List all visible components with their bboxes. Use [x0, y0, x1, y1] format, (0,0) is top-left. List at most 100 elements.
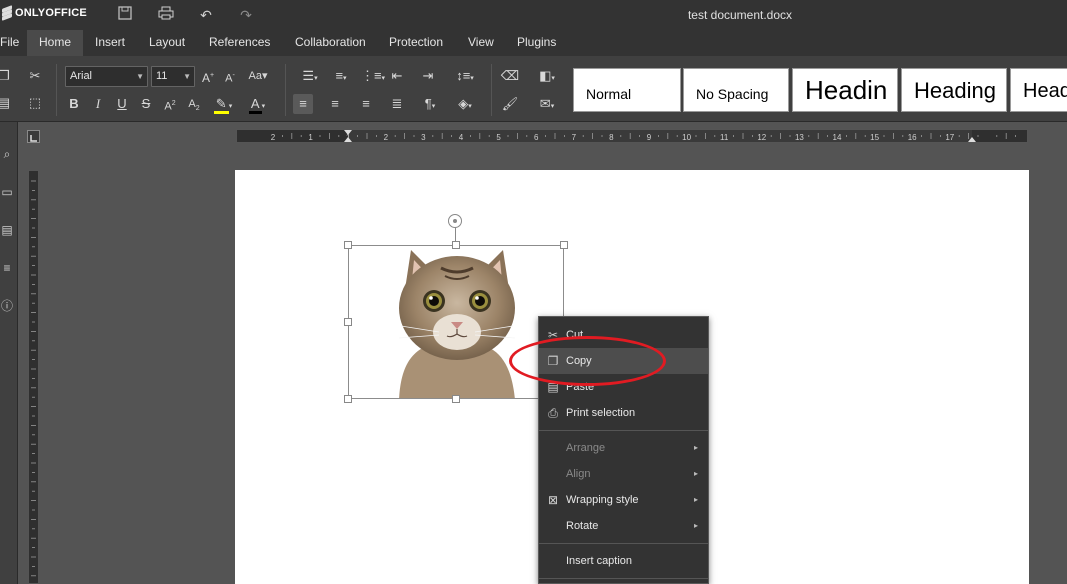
ruler-number: 8 [609, 133, 614, 142]
multilevel-list-icon[interactable]: ⋮≡▾ [359, 66, 387, 86]
tab-protection[interactable]: Protection [380, 30, 452, 56]
style-no-spacing[interactable]: No Spacing [683, 68, 789, 112]
color-scheme-icon[interactable]: ◧▾ [533, 66, 561, 86]
tab-plugins[interactable]: Plugins [508, 30, 565, 56]
ruler-number: 4 [459, 133, 464, 142]
align-left-icon[interactable]: ≡ [293, 94, 313, 114]
resize-handle[interactable] [452, 395, 460, 403]
decrease-indent-icon[interactable]: ⇤ [387, 66, 407, 86]
resize-handle[interactable] [452, 241, 460, 249]
title-bar: ONLYOFFICE ↶ ↷ test document.docx [0, 0, 1067, 30]
numbering-icon[interactable]: ≡▾ [327, 66, 355, 86]
style-heading-2[interactable]: Heading [901, 68, 1007, 112]
left-panel: ⌕ ▭ ▤ ≡ ⓘ [0, 122, 18, 584]
menu-item-wrapping-style[interactable]: ⊠ Wrapping style ▸ [539, 487, 708, 513]
menu-item-label: Arrange [566, 442, 606, 454]
paragraph-shading-icon[interactable]: ◈▾ [450, 94, 480, 114]
tab-file[interactable]: File [0, 30, 28, 56]
increase-font-icon[interactable]: A+ [198, 66, 218, 86]
style-label: No Spacing [696, 86, 769, 102]
comments-icon[interactable]: ▭ [0, 184, 14, 200]
rotate-handle-icon[interactable] [448, 214, 462, 228]
menu-item-label: Align [566, 468, 591, 480]
menu-item-label: Insert caption [566, 555, 633, 567]
about-icon[interactable]: ⓘ [0, 298, 14, 314]
font-color-icon[interactable]: A ▾ [243, 94, 271, 114]
superscript-icon[interactable]: A2 [160, 94, 180, 114]
highlight-color-icon[interactable]: ✎ ▾ [209, 94, 237, 114]
menu-item-insert-caption[interactable]: Insert caption [539, 548, 708, 574]
wrapping-icon: ⊠ [547, 493, 559, 507]
menu-item-label: Print selection [566, 407, 636, 419]
align-center-icon[interactable]: ≡ [325, 94, 345, 114]
select-all-icon[interactable]: ⬚ [25, 93, 45, 113]
mail-merge-icon[interactable]: ✉▾ [533, 94, 561, 114]
font-size-value: 11 [156, 70, 168, 82]
italic-icon[interactable]: I [88, 94, 108, 114]
ruler-number: 13 [795, 133, 804, 142]
menu-item-print-selection[interactable]: ⎙ Print selection [539, 400, 708, 426]
horizontal-ruler[interactable]: 211234567891011121314151617 [236, 129, 1028, 143]
font-name-select[interactable]: Arial ▼ [65, 66, 148, 87]
resize-handle[interactable] [344, 241, 352, 249]
strikethrough-icon[interactable]: S [136, 94, 156, 114]
style-normal[interactable]: Normal [573, 68, 681, 112]
align-right-icon[interactable]: ≡ [356, 94, 376, 114]
ruler-number: 17 [945, 133, 954, 142]
tab-stop-selector[interactable] [27, 130, 40, 143]
search-icon[interactable]: ⌕ [0, 146, 14, 162]
menu-item-rotate[interactable]: Rotate ▸ [539, 513, 708, 539]
document-title: test document.docx [687, 8, 793, 22]
paste-tool-icon[interactable]: ▤ [0, 93, 14, 113]
subscript-icon[interactable]: A2 [184, 94, 204, 114]
style-heading-3[interactable]: Head [1010, 68, 1067, 112]
ruler-number: 11 [720, 133, 729, 142]
change-case-icon[interactable]: Aa▾ [243, 66, 273, 86]
tab-layout[interactable]: Layout [140, 30, 194, 56]
underline-icon[interactable]: U [112, 94, 132, 114]
menu-tabs: File Home Insert Layout References Colla… [0, 30, 1067, 56]
ruler-number: 14 [833, 133, 842, 142]
ruler-number: 10 [682, 133, 691, 142]
tab-view[interactable]: View [459, 30, 503, 56]
tab-insert[interactable]: Insert [86, 30, 134, 56]
styles-gallery: Normal No Spacing Headin Heading Head [573, 68, 1067, 112]
ruler-number: 12 [757, 133, 766, 142]
right-indent-marker [968, 137, 976, 142]
ruler-number: 9 [647, 133, 652, 142]
justify-icon[interactable]: ≣ [387, 94, 407, 114]
tab-collaboration[interactable]: Collaboration [286, 30, 375, 56]
vertical-ruler[interactable] [28, 170, 39, 584]
resize-handle[interactable] [560, 241, 568, 249]
ruler-number: 3 [421, 133, 426, 142]
chevron-down-icon: ▼ [136, 72, 144, 81]
copy-tool-icon[interactable]: ❐ [0, 66, 14, 86]
clear-style-icon[interactable]: ⌫ [500, 66, 520, 86]
tab-references[interactable]: References [200, 30, 279, 56]
style-label: Headin [805, 75, 888, 105]
line-spacing-icon[interactable]: ↕≡▾ [450, 66, 480, 86]
resize-handle[interactable] [344, 395, 352, 403]
font-size-select[interactable]: 11 ▼ [151, 66, 195, 87]
copy-style-icon[interactable]: 🖌 [500, 94, 520, 114]
cut-tool-icon[interactable]: ✂ [25, 66, 45, 86]
ruler-number: 5 [496, 133, 501, 142]
ruler-number: 2 [384, 133, 389, 142]
chevron-right-icon: ▸ [693, 521, 698, 530]
ruler-number: 16 [908, 133, 917, 142]
increase-indent-icon[interactable]: ⇥ [418, 66, 438, 86]
home-toolbar: ❐ ✂ ▤ ⬚ Arial ▼ 11 ▼ A+ A- Aa▾ B I U S A2 … [0, 56, 1067, 122]
style-label: Normal [586, 86, 632, 102]
nonprinting-characters-icon[interactable]: ¶▾ [418, 94, 442, 114]
bold-icon[interactable]: B [64, 94, 84, 114]
resize-handle[interactable] [344, 318, 352, 326]
style-heading-1[interactable]: Headin [792, 68, 898, 112]
menu-item-align: Align ▸ [539, 461, 708, 487]
tab-home[interactable]: Home [27, 30, 84, 56]
bullets-icon[interactable]: ☰▾ [296, 66, 324, 86]
ruler-number: 2 [271, 133, 276, 142]
chat-icon[interactable]: ▤ [0, 222, 14, 238]
ruler-number: 1 [308, 133, 313, 142]
navigation-icon[interactable]: ≡ [0, 260, 14, 276]
decrease-font-icon[interactable]: A- [220, 66, 240, 86]
